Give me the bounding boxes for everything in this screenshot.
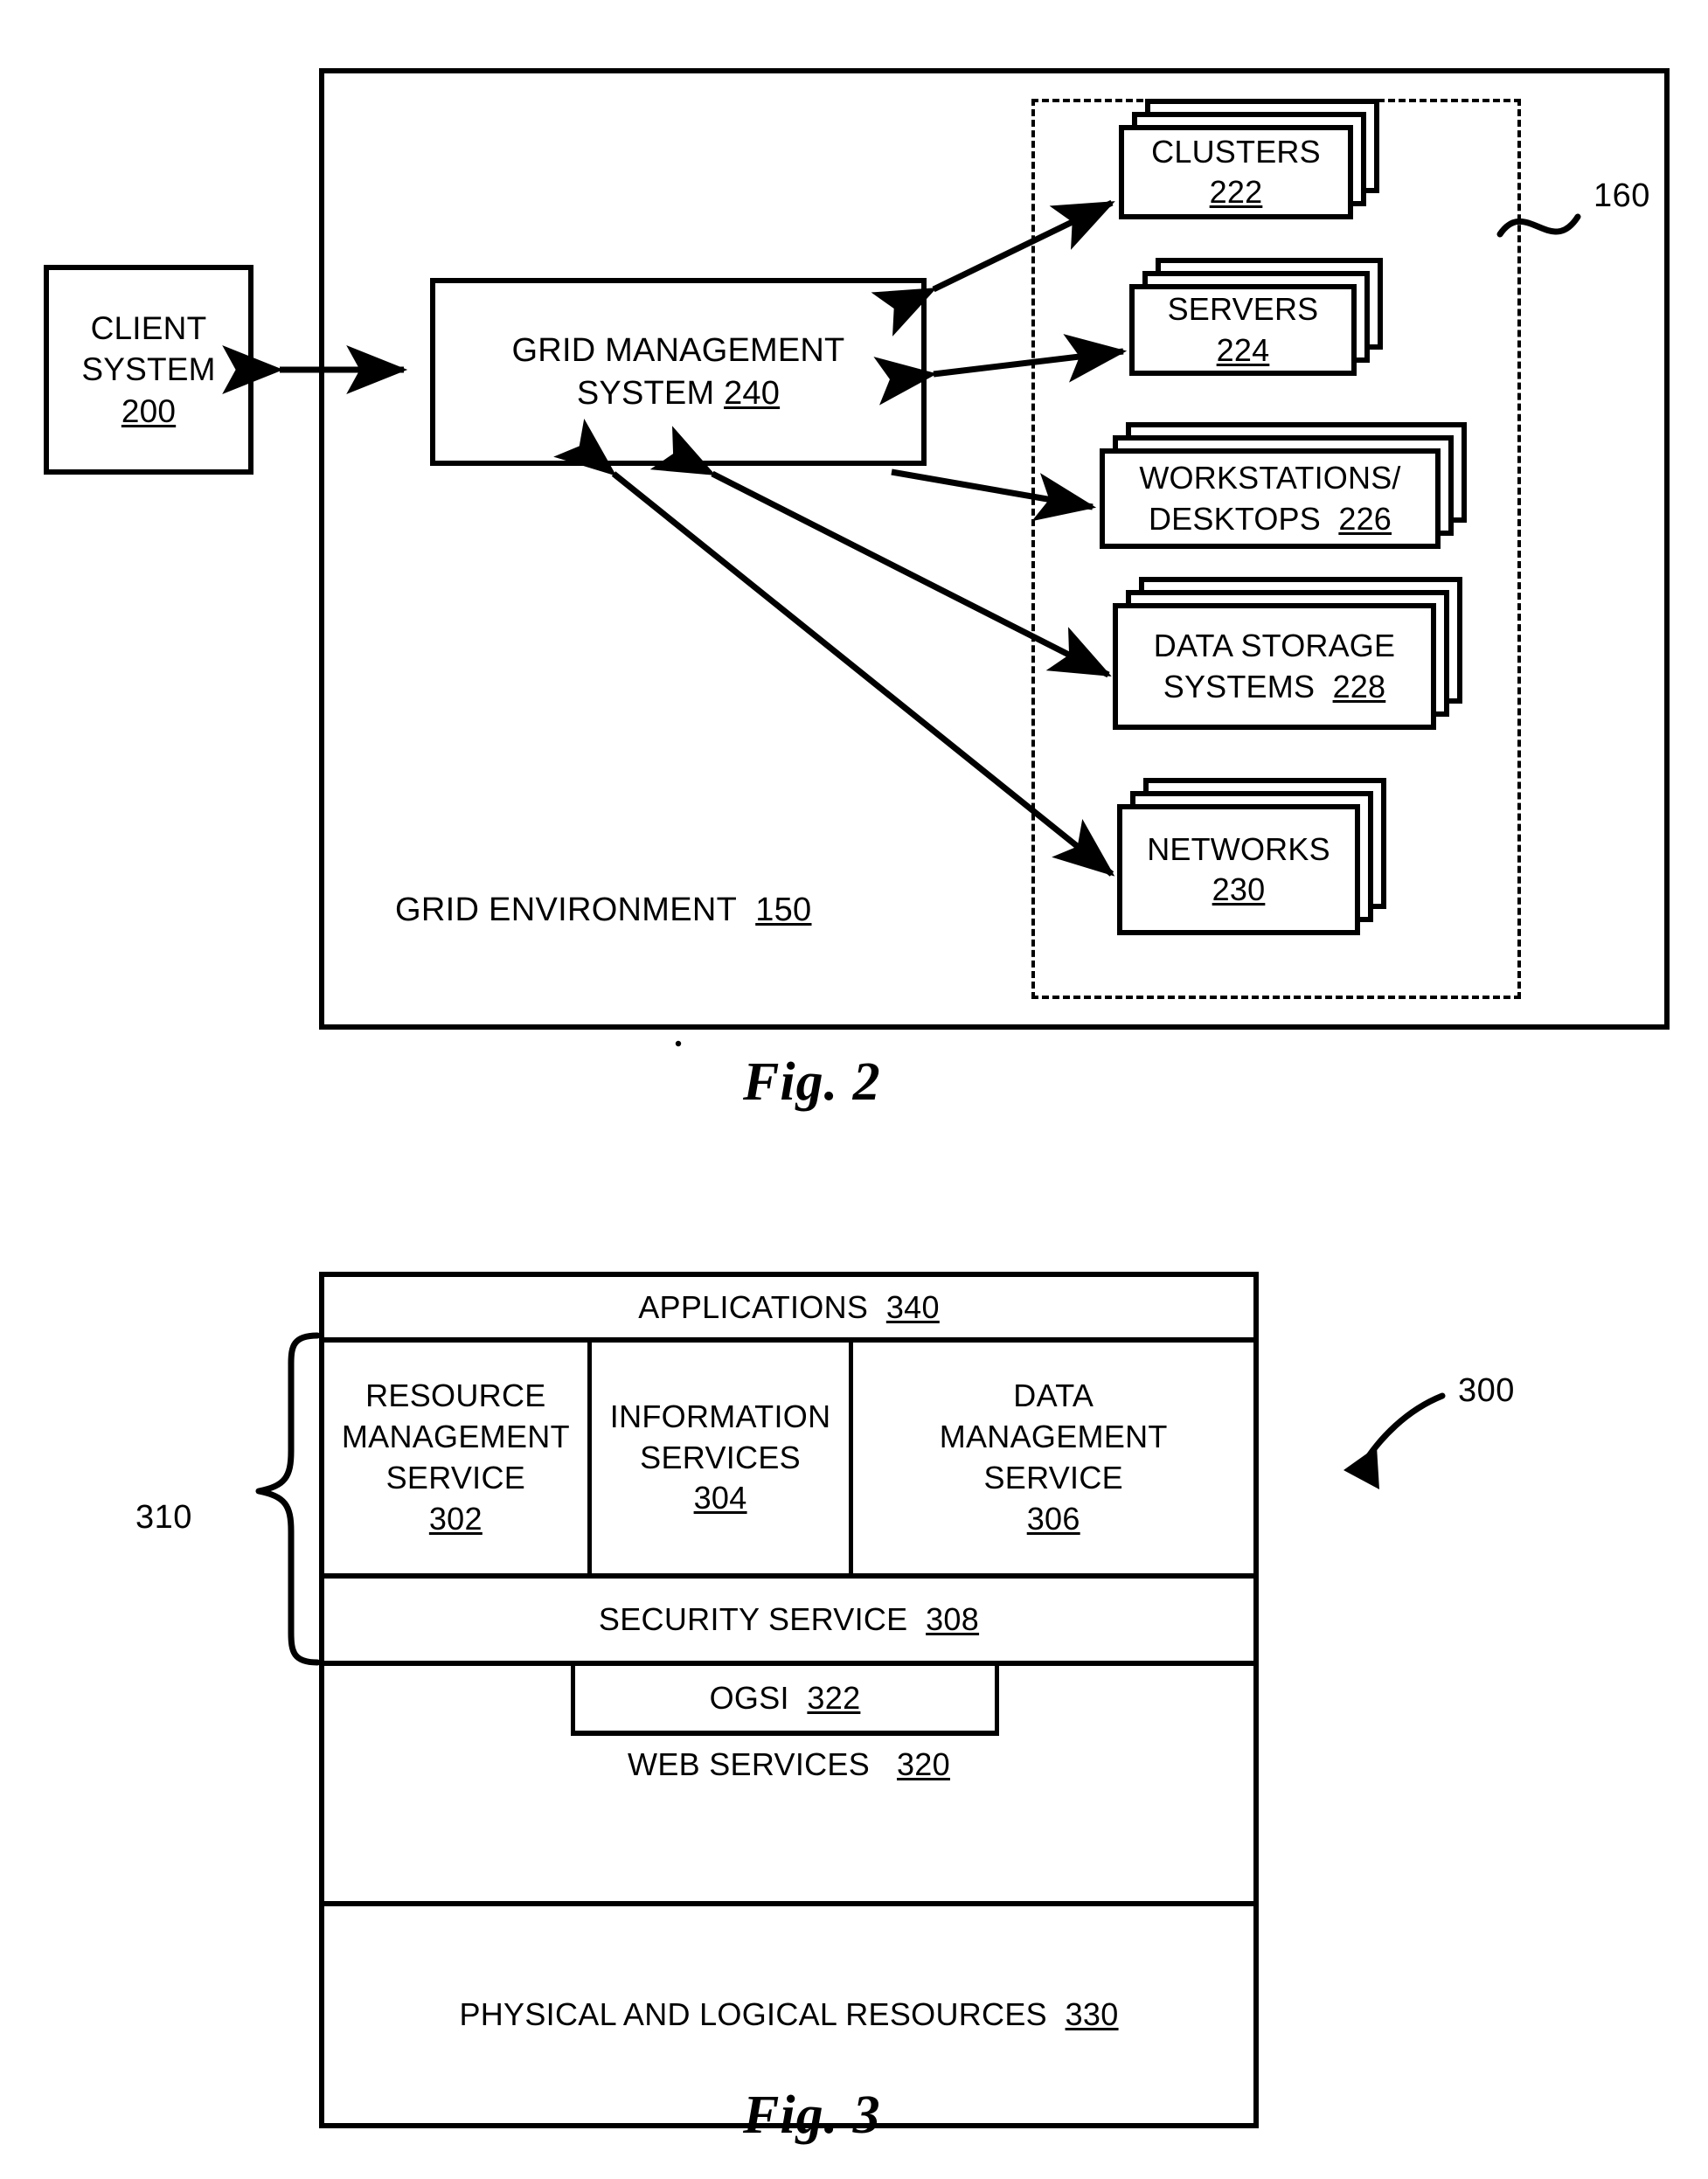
resource-workstations-text: WORKSTATIONS/ DESKTOPS 226 (1132, 458, 1407, 538)
reference-160: 160 (1593, 177, 1650, 214)
resource-servers-text: SERVERS 224 (1161, 289, 1326, 370)
grid-environment-text: GRID ENVIRONMENT (395, 892, 737, 928)
resource-clusters-text: CLUSTERS 222 (1144, 132, 1328, 212)
data-storage-line2: SYSTEMS (1163, 668, 1316, 704)
data-management-service-text: DATA MANAGEMENT SERVICE 306 (940, 1376, 1168, 1539)
grid-environment-label: GRID ENVIRONMENT 150 (395, 892, 812, 929)
networks-number: 230 (1212, 871, 1266, 907)
node-grid-management-system-text: GRID MANAGEMENT SYSTEM 240 (512, 330, 845, 414)
client-system-line2: SYSTEM (81, 351, 216, 388)
fig2-caption: Fig. 2 (743, 1052, 881, 1112)
resource-data-storage-text: DATA STORAGE SYSTEMS 228 (1147, 626, 1402, 706)
workstations-line1: WORKSTATIONS/ (1139, 460, 1401, 496)
applications-number: 340 (885, 1288, 940, 1325)
fig3-row-services: RESOURCE MANAGEMENT SERVICE 302 INFORMAT… (324, 1343, 1253, 1579)
client-system-line1: CLIENT (90, 309, 207, 346)
fig3-row-web-services[interactable]: OGSI 322 WEB SERVICES 320 (324, 1666, 1253, 1906)
dms-number: 306 (1026, 1500, 1080, 1537)
data-storage-line2-wrap: SYSTEMS 228 (1154, 667, 1395, 707)
security-service-number: 308 (926, 1601, 980, 1637)
fig3-cell-information-services[interactable]: INFORMATION SERVICES 304 (592, 1343, 854, 1573)
rms-line2: MANAGEMENT (341, 1419, 570, 1455)
gms-number: 240 (724, 374, 781, 412)
physical-resources-label: PHYSICAL AND LOGICAL RESOURCES (459, 1996, 1047, 2032)
node-grid-management-system[interactable]: GRID MANAGEMENT SYSTEM 240 (430, 278, 927, 466)
applications-label: APPLICATIONS (638, 1288, 869, 1325)
resource-networks-text: NETWORKS 230 (1140, 829, 1337, 910)
grid-environment-number: 150 (755, 892, 812, 928)
data-storage-line1: DATA STORAGE (1153, 628, 1396, 664)
resource-clusters[interactable]: CLUSTERS 222 (1119, 99, 1379, 219)
fig3-caption: Fig. 3 (743, 2085, 881, 2145)
gms-line2-wrap: SYSTEM 240 (512, 372, 845, 415)
resource-servers-sheet-front[interactable]: SERVERS 224 (1129, 284, 1357, 376)
node-client-system-text: CLIENT SYSTEM 200 (81, 308, 215, 432)
workstations-line2-wrap: DESKTOPS 226 (1139, 499, 1400, 539)
web-services-number: 320 (896, 1746, 950, 1782)
fig3-cell-data-management-service[interactable]: DATA MANAGEMENT SERVICE 306 (853, 1343, 1253, 1573)
web-services-label: WEB SERVICES (628, 1746, 871, 1782)
brace-310 (255, 1332, 321, 1666)
rms-line3: SERVICE (385, 1460, 526, 1495)
data-storage-number: 228 (1332, 668, 1386, 704)
dms-line2: MANAGEMENT (939, 1419, 1168, 1455)
resource-data-storage-systems[interactable]: DATA STORAGE SYSTEMS 228 (1113, 577, 1462, 730)
resource-management-service-text: RESOURCE MANAGEMENT SERVICE 302 (342, 1376, 570, 1539)
is-line1: INFORMATION (609, 1398, 831, 1434)
resource-workstations-sheet-front[interactable]: WORKSTATIONS/ DESKTOPS 226 (1100, 448, 1441, 549)
gms-line1: GRID MANAGEMENT (511, 331, 845, 369)
patent-figure-page: CLIENT SYSTEM 200 GRID MANAGEMENT SYSTEM… (0, 0, 1708, 2179)
resource-networks[interactable]: NETWORKS 230 (1117, 778, 1386, 935)
workstations-number: 226 (1338, 500, 1392, 537)
leader-arrow-300 (1343, 1392, 1446, 1489)
information-services-text: INFORMATION SERVICES 304 (610, 1397, 831, 1519)
fig3-web-services-label-wrap: WEB SERVICES 320 (324, 1746, 1253, 1783)
fig3-row-security-service[interactable]: SECURITY SERVICE 308 (324, 1579, 1253, 1666)
resource-networks-sheet-front[interactable]: NETWORKS 230 (1117, 804, 1360, 935)
fig3-cell-resource-management-service[interactable]: RESOURCE MANAGEMENT SERVICE 302 (324, 1343, 592, 1573)
networks-line1: NETWORKS (1147, 830, 1330, 867)
ogsi-label: OGSI (709, 1680, 789, 1716)
resource-data-storage-sheet-front[interactable]: DATA STORAGE SYSTEMS 228 (1113, 603, 1436, 730)
workstations-line2: DESKTOPS (1148, 500, 1321, 537)
fig3-row-applications[interactable]: APPLICATIONS 340 (324, 1277, 1253, 1343)
scan-artifact-dot (675, 1040, 682, 1047)
dms-line1: DATA (1013, 1377, 1094, 1414)
fig3-stack-border: APPLICATIONS 340 RESOURCE MANAGEMENT SER… (319, 1272, 1259, 2128)
clusters-line1: CLUSTERS (1151, 133, 1321, 170)
servers-line1: SERVERS (1167, 291, 1319, 328)
reference-310: 310 (135, 1499, 192, 1536)
security-service-label: SECURITY SERVICE (598, 1601, 908, 1637)
client-system-number: 200 (121, 392, 177, 429)
is-number: 304 (693, 1480, 747, 1516)
gms-line2: SYSTEM (576, 374, 715, 412)
fig3-cell-ogsi[interactable]: OGSI 322 (571, 1666, 999, 1736)
resource-servers[interactable]: SERVERS 224 (1129, 258, 1383, 376)
reference-300: 300 (1458, 1372, 1515, 1409)
node-client-system[interactable]: CLIENT SYSTEM 200 (44, 265, 253, 475)
servers-number: 224 (1216, 331, 1270, 368)
is-line2: SERVICES (640, 1439, 801, 1475)
clusters-number: 222 (1209, 174, 1263, 210)
rms-line1: RESOURCE (365, 1377, 546, 1414)
ogsi-number: 322 (807, 1680, 861, 1716)
resource-clusters-sheet-front[interactable]: CLUSTERS 222 (1119, 125, 1353, 219)
dms-line3: SERVICE (983, 1460, 1123, 1495)
resource-workstations-desktops[interactable]: WORKSTATIONS/ DESKTOPS 226 (1100, 422, 1467, 549)
physical-resources-number: 330 (1065, 1996, 1119, 2032)
rms-number: 302 (428, 1500, 483, 1537)
